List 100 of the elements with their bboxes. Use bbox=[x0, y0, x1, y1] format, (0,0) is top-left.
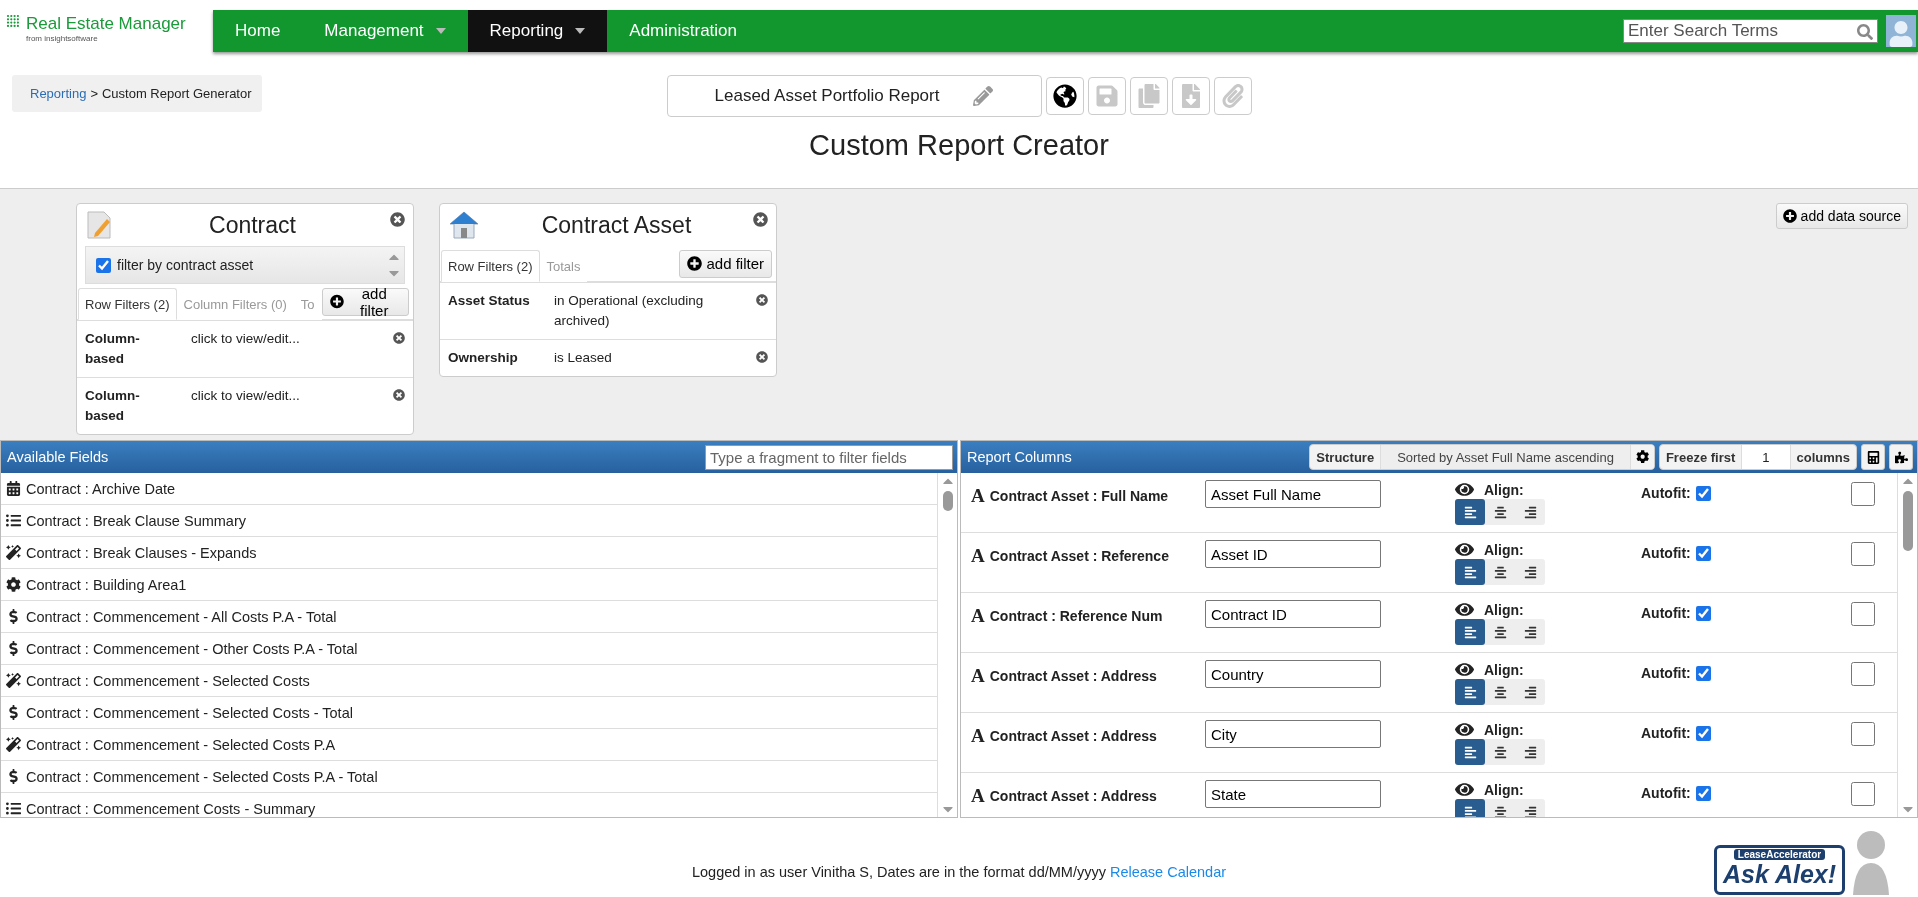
eye-icon[interactable] bbox=[1455, 660, 1474, 679]
filter-value[interactable]: click to view/edit... bbox=[191, 329, 393, 369]
align-left-icon bbox=[1463, 565, 1477, 579]
field-item[interactable]: Contract : Commencement - All Costs P.A - Total bbox=[1, 601, 937, 633]
column-heading-input[interactable]: Country bbox=[1205, 660, 1381, 688]
align-right-icon bbox=[1523, 685, 1537, 699]
remove-icon[interactable] bbox=[393, 389, 405, 401]
filter-value[interactable]: in Operational (excluding archived) bbox=[554, 291, 756, 331]
calculator-button[interactable] bbox=[1861, 444, 1885, 470]
close-icon[interactable] bbox=[390, 211, 405, 227]
freeze-input[interactable]: 1 bbox=[1741, 445, 1791, 469]
field-item[interactable]: Contract : Commencement Costs - Summary bbox=[1, 793, 937, 817]
align-center-icon bbox=[1493, 625, 1507, 639]
settings-button[interactable] bbox=[1629, 445, 1654, 469]
nav-item[interactable]: Reporting bbox=[467, 10, 608, 52]
eye-icon[interactable] bbox=[1455, 540, 1474, 559]
scrollbar-thumb[interactable] bbox=[1902, 491, 1913, 551]
autofit-checkbox[interactable] bbox=[1695, 605, 1711, 621]
close-icon[interactable] bbox=[753, 211, 768, 227]
breadcrumb-link[interactable]: Reporting bbox=[30, 86, 87, 101]
panel-title: Available Fields bbox=[7, 449, 110, 465]
add-filter-button[interactable]: add filter bbox=[321, 287, 409, 316]
text-type-icon: A bbox=[971, 665, 985, 687]
align-left-button[interactable] bbox=[1455, 499, 1485, 525]
column-checkbox[interactable] bbox=[1851, 602, 1875, 626]
magic-wand-icon bbox=[6, 737, 21, 752]
eye-icon[interactable] bbox=[1455, 480, 1474, 499]
text-type-icon: A bbox=[971, 725, 985, 747]
plus-icon bbox=[687, 256, 703, 271]
brand-label: LeaseAccelerator bbox=[1733, 849, 1826, 860]
search-icon[interactable] bbox=[1857, 24, 1873, 40]
puzzle-button[interactable] bbox=[1889, 444, 1913, 470]
filter-fields-input[interactable]: Type a fragment to filter fields bbox=[705, 444, 953, 470]
column-field-label: Contract Asset : Reference bbox=[989, 548, 1169, 564]
search-field[interactable]: Enter Search Terms bbox=[1623, 19, 1878, 43]
field-item[interactable]: Contract : Commencement - Selected Costs bbox=[1, 665, 937, 697]
align-left-icon bbox=[1463, 685, 1477, 699]
house-icon bbox=[448, 209, 480, 241]
eye-icon[interactable] bbox=[1455, 720, 1474, 739]
globe-button[interactable] bbox=[1045, 77, 1084, 115]
autofit-label: Autofit: bbox=[1641, 605, 1691, 621]
pencil-icon[interactable] bbox=[973, 86, 994, 106]
puzzle-icon bbox=[1894, 450, 1908, 464]
align-left-button[interactable] bbox=[1455, 559, 1485, 585]
filter-field: Column-based bbox=[85, 329, 171, 369]
align-left-button[interactable] bbox=[1455, 679, 1485, 705]
column-checkbox[interactable] bbox=[1851, 782, 1875, 806]
filter-value[interactable]: is Leased bbox=[554, 348, 756, 368]
add-filter-button[interactable]: add filter bbox=[679, 249, 772, 278]
column-checkbox[interactable] bbox=[1851, 542, 1875, 566]
remove-icon[interactable] bbox=[393, 332, 405, 344]
field-item[interactable]: Contract : Commencement - Selected Costs P.A bbox=[1, 729, 937, 761]
autofit-checkbox[interactable] bbox=[1695, 725, 1711, 741]
nav-item[interactable]: Management bbox=[302, 10, 468, 52]
column-heading-input[interactable]: City bbox=[1205, 720, 1381, 748]
footer-text: Logged in as user Vinitha S, Dates are in the format dd/MM/yyyy Release Calendar bbox=[691, 863, 1227, 880]
align-center-icon bbox=[1493, 745, 1507, 759]
column-checkbox[interactable] bbox=[1851, 662, 1875, 686]
column-field-label: Contract Asset : Address bbox=[989, 668, 1157, 684]
nav-item[interactable]: Home bbox=[213, 10, 303, 52]
column-heading-input[interactable]: State bbox=[1205, 780, 1381, 808]
filter-tab[interactable]: Row Filters (2) bbox=[78, 288, 177, 320]
autofit-checkbox[interactable] bbox=[1695, 485, 1711, 501]
column-heading-input[interactable]: Contract ID bbox=[1205, 600, 1381, 628]
option-checkbox[interactable] bbox=[96, 257, 111, 273]
structure-value: Sorted by Asset Full Name ascending bbox=[1380, 445, 1630, 469]
field-item[interactable]: Contract : Building Area1 bbox=[1, 569, 937, 601]
align-right-icon bbox=[1523, 625, 1537, 639]
filter-value[interactable]: click to view/edit... bbox=[191, 386, 393, 426]
align-right-icon bbox=[1523, 505, 1537, 519]
field-item[interactable]: Contract : Archive Date bbox=[1, 473, 937, 505]
filter-field: Ownership bbox=[448, 348, 534, 368]
align-left-icon bbox=[1463, 625, 1477, 639]
column-checkbox[interactable] bbox=[1851, 722, 1875, 746]
autofit-checkbox[interactable] bbox=[1695, 785, 1711, 801]
column-heading-input[interactable]: Asset ID bbox=[1205, 540, 1381, 568]
field-item[interactable]: Contract : Commencement - Other Costs P.A - Total bbox=[1, 633, 937, 665]
remove-icon[interactable] bbox=[756, 294, 768, 306]
column-heading-input[interactable]: Asset Full Name bbox=[1205, 480, 1381, 508]
add-data-source-button[interactable]: add data source bbox=[1775, 203, 1908, 229]
option-label: filter by contract asset bbox=[117, 257, 255, 273]
autofit-checkbox[interactable] bbox=[1695, 545, 1711, 561]
scrollbar-thumb[interactable] bbox=[942, 491, 953, 511]
calendar-icon bbox=[6, 481, 21, 496]
eye-icon[interactable] bbox=[1455, 600, 1474, 619]
align-left-button[interactable] bbox=[1455, 619, 1485, 645]
remove-icon[interactable] bbox=[756, 351, 768, 363]
field-item[interactable]: Contract : Break Clauses - Expands bbox=[1, 537, 937, 569]
nav-item[interactable]: Administration bbox=[607, 10, 760, 52]
field-item[interactable]: Contract : Commencement - Selected Costs P.A - Total bbox=[1, 761, 937, 793]
ask-alex-badge[interactable]: LeaseAccelerator Ask Alex! bbox=[1714, 823, 1904, 895]
field-item[interactable]: Contract : Break Clause Summary bbox=[1, 505, 937, 537]
align-left-button[interactable] bbox=[1455, 739, 1485, 765]
release-calendar-link[interactable]: Release Calendar bbox=[1109, 863, 1227, 880]
report-name-field[interactable]: Leased Asset Portfolio Report bbox=[666, 75, 1042, 117]
field-item[interactable]: Contract : Commencement - Selected Costs - Total bbox=[1, 697, 937, 729]
eye-icon[interactable] bbox=[1455, 780, 1474, 799]
filter-tab[interactable]: Row Filters (2) bbox=[441, 250, 540, 282]
autofit-checkbox[interactable] bbox=[1695, 665, 1711, 681]
column-checkbox[interactable] bbox=[1851, 482, 1875, 506]
